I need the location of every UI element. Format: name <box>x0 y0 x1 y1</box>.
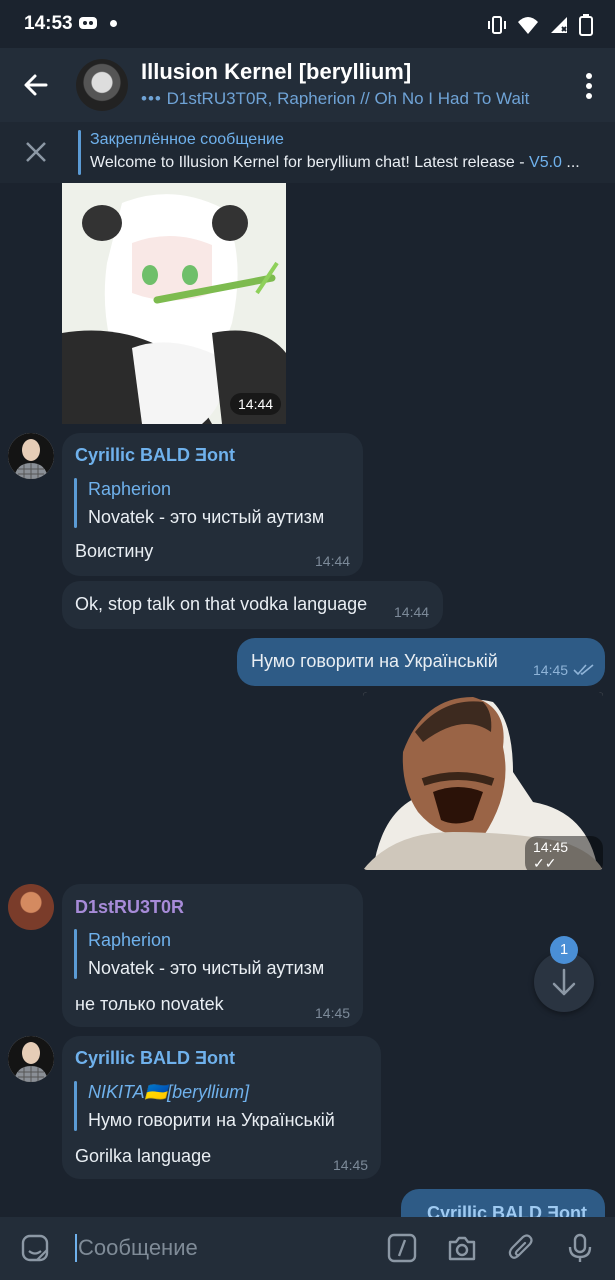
read-checkmarks-icon: ✓✓ <box>533 855 557 870</box>
status-bar: 14:53 <box>0 0 615 48</box>
reply-sender: Cyrillic BALD Ǝont <box>427 1203 588 1217</box>
sticker-message[interactable]: 14:45 ✓✓ <box>363 692 603 870</box>
back-arrow-icon[interactable] <box>20 69 52 101</box>
wifi-icon <box>518 17 538 34</box>
image-message[interactable]: 14:44 <box>62 183 286 424</box>
message-text: Gorilka language <box>75 1146 212 1166</box>
anime-image <box>62 183 286 424</box>
sender-name[interactable]: Cyrillic BALD Ǝont <box>75 445 235 466</box>
battery-icon <box>579 14 593 36</box>
chat-header: Illusion Kernel [beryllium] ••• D1stRU3T… <box>0 48 615 122</box>
message-text: Ok, stop talk on that vodka language <box>75 594 368 614</box>
typing-status-text: D1stRU3T0R, Rapherion // Oh No I Had To … <box>166 89 530 108</box>
read-checkmarks-icon <box>573 664 594 676</box>
reply-text[interactable]: Novatek - это чистый аутизм <box>88 507 324 528</box>
message-bubble[interactable]: Cyrillic BALD Ǝont Rapherion Novatek - э… <box>62 433 363 576</box>
sender-name[interactable]: Cyrillic BALD Ǝont <box>75 1048 235 1069</box>
vibrate-icon <box>488 16 506 34</box>
sticker-emoji-icon[interactable] <box>20 1233 50 1263</box>
avatar[interactable] <box>8 884 54 930</box>
reply-accent-bar <box>74 1081 77 1131</box>
camera-icon[interactable] <box>447 1233 477 1263</box>
pinned-text: Welcome to Illusion Kernel for beryllium… <box>90 154 595 172</box>
reply-sender[interactable]: NIKITA🇺🇦[beryllium] <box>88 1082 249 1103</box>
message-text: Нумо говорити на Українській <box>251 651 498 671</box>
message-time: 14:44 <box>315 553 351 569</box>
message-time: 14:45 <box>315 1005 351 1021</box>
avatar-image <box>8 433 54 479</box>
pinned-message-bar[interactable]: Закреплённое сообщение Welcome to Illusi… <box>0 122 615 184</box>
sender-name[interactable]: D1stRU3T0R <box>75 897 184 918</box>
unread-count-badge: 1 <box>550 936 578 964</box>
pinned-accent-bar <box>78 130 81 175</box>
message-time-text: 14:45 <box>533 839 569 855</box>
message-time: 14:45 <box>533 662 569 678</box>
text-caret <box>75 1234 77 1262</box>
attach-icon[interactable] <box>507 1233 537 1263</box>
typing-dots-icon: ••• <box>141 89 162 108</box>
message-input-bar: Сообщение <box>0 1217 615 1280</box>
reply-sender[interactable]: Rapherion <box>88 479 171 500</box>
chat-title[interactable]: Illusion Kernel [beryllium] <box>141 59 411 85</box>
message-bubble[interactable]: Cyrillic BALD Ǝont NIKITA🇺🇦[beryllium] Н… <box>62 1036 381 1179</box>
message-list[interactable]: 14:44 Cyrillic BALD Ǝont Rapherion Novat… <box>0 183 615 1217</box>
more-options-icon[interactable] <box>585 72 593 100</box>
reply-text[interactable]: Novatek - это чистый аутизм <box>88 958 324 979</box>
microphone-icon[interactable] <box>565 1233 595 1263</box>
outgoing-message-bubble[interactable]: Cyrillic BALD Ǝont <box>401 1189 605 1217</box>
typing-status: ••• D1stRU3T0R, Rapherion // Oh No I Had… <box>141 89 541 109</box>
bot-commands-icon[interactable] <box>387 1233 417 1263</box>
reply-text[interactable]: Нумо говорити на Українській <box>88 1110 335 1131</box>
avatar-image <box>8 1036 54 1082</box>
message-bubble[interactable]: D1stRU3T0R Rapherion Novatek - это чисты… <box>62 884 363 1027</box>
status-icons <box>487 14 593 36</box>
discord-icon <box>79 17 97 29</box>
avatar[interactable] <box>8 433 54 479</box>
notification-dot-icon <box>110 20 117 27</box>
message-text: Воистину <box>75 541 154 561</box>
signal-icon <box>551 17 567 33</box>
message-time: 14:45 <box>333 1157 369 1173</box>
reply-accent-bar <box>74 478 77 528</box>
message-time: 14:45 ✓✓ <box>525 836 603 870</box>
message-text: не только novatek <box>75 994 224 1014</box>
message-bubble[interactable]: Ok, stop talk on that vodka language 14:… <box>62 581 443 629</box>
close-icon[interactable] <box>25 141 47 163</box>
status-time: 14:53 <box>24 13 73 34</box>
message-time: 14:44 <box>230 393 282 415</box>
chat-avatar[interactable] <box>76 59 128 111</box>
message-time: 14:44 <box>394 604 430 620</box>
avatar[interactable] <box>8 1036 54 1082</box>
reply-sender[interactable]: Rapherion <box>88 930 171 951</box>
message-input[interactable]: Сообщение <box>78 1235 198 1261</box>
reply-accent-bar <box>74 929 77 979</box>
pinned-text-body: Welcome to Illusion Kernel for beryllium… <box>90 154 530 171</box>
outgoing-message-bubble[interactable]: Нумо говорити на Українській 14:45 <box>237 638 605 686</box>
pinned-title: Закреплённое сообщение <box>90 131 284 148</box>
pinned-release-link[interactable]: V5.0 <box>529 154 562 171</box>
pinned-ellipsis: ... <box>566 154 580 171</box>
